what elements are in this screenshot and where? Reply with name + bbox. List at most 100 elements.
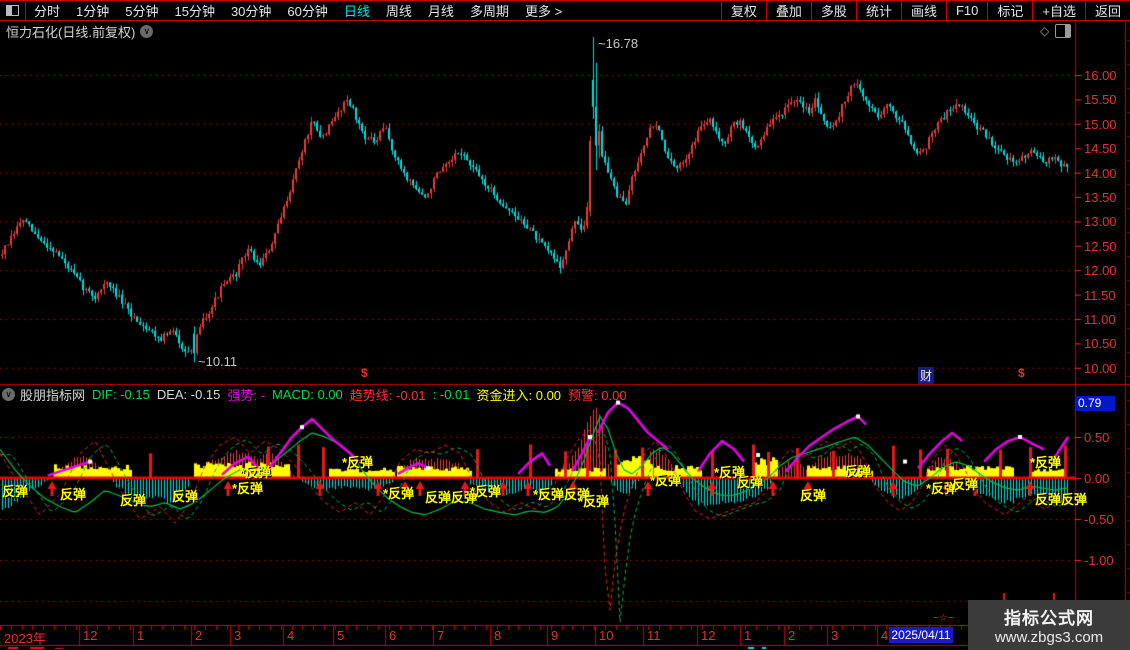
month-label: 1: [137, 628, 145, 643]
price-axis-label: 14.50: [1084, 141, 1117, 157]
indicator-qushixian2-value: : -0.01: [432, 387, 470, 402]
indicator-qiangshi-value: 强势: -: [227, 388, 265, 403]
indicator-axis-label: -0.50: [1084, 512, 1114, 527]
cai-badge: 财: [918, 367, 935, 384]
rebound-signal-label: 反弹: [120, 493, 147, 508]
price-axis-label: 13.50: [1084, 190, 1117, 205]
tab-multi-period[interactable]: 多周期: [462, 1, 517, 20]
chart-canvas[interactable]: [0, 0, 1130, 650]
price-axis-label: 16.00: [1084, 68, 1117, 83]
app-window: 分时 1分钟 5分钟 15分钟 30分钟 60分钟 日线 周线 月线 多周期 更…: [0, 0, 1130, 650]
tab-fenshi[interactable]: 分时: [26, 1, 68, 20]
year-label: 2023年: [4, 631, 46, 646]
indicator-dif-value: DIF: -0.15: [92, 387, 150, 402]
rebound-signal-label: *反弹: [383, 486, 415, 501]
tab-30min[interactable]: 30分钟: [223, 1, 279, 20]
rebound-signal-label: *反弹: [342, 455, 374, 470]
price-axis-label: 13.00: [1084, 214, 1117, 230]
price-axis-label: 12.50: [1084, 238, 1117, 254]
tab-more[interactable]: 更多 >: [517, 1, 570, 20]
price-axis-label: 11.50: [1084, 287, 1116, 303]
top-toolbar: 分时 1分钟 5分钟 15分钟 30分钟 60分钟 日线 周线 月线 多周期 更…: [0, 0, 1130, 21]
indicator-axis-label: 0.50: [1084, 430, 1110, 445]
rebound-signal-label: 反弹: [737, 475, 764, 490]
price-axis-label: 12.00: [1084, 263, 1117, 279]
button-biaoji[interactable]: 标记: [987, 1, 1032, 20]
indicator-value-badge: 0.79: [1076, 396, 1115, 411]
price-axis-label: 15.00: [1084, 116, 1117, 132]
button-duogu[interactable]: 多股: [810, 1, 856, 20]
button-tongji[interactable]: 统计: [855, 1, 901, 20]
indicator-header: ∨ 股朋指标网 DIF: -0.15 DEA: -0.15 强势: - MACD…: [2, 385, 634, 404]
month-label: 6: [389, 628, 397, 643]
watermark: 指标公式网 www.zbgs3.com: [968, 600, 1130, 650]
tab-daily[interactable]: 日线: [336, 1, 378, 20]
title-row-icons: ◇: [1040, 24, 1072, 38]
button-huaxian[interactable]: 画线: [900, 1, 946, 20]
window-split-button[interactable]: [0, 1, 26, 20]
chart-title-row: 恒力石化(日线.前复权) ∨: [6, 23, 154, 40]
price-axis-label: 10.00: [1084, 360, 1117, 376]
month-label: 12: [83, 628, 98, 643]
button-diejia[interactable]: 叠加: [765, 1, 811, 20]
indicator-name[interactable]: 股朋指标网: [20, 385, 85, 404]
month-label: 4: [881, 628, 889, 643]
rebound-signal-label: *反弹: [1030, 455, 1062, 470]
month-label: 12: [701, 628, 716, 643]
time-axis-bar[interactable]: [0, 625, 1130, 645]
button-add-favorite[interactable]: +自选: [1032, 1, 1085, 20]
indicator-qushixian-value: 趋势线: -0.01: [349, 388, 426, 403]
month-label: 1: [744, 628, 752, 643]
indicator-axis-label: 0.00: [1084, 471, 1110, 486]
tab-weekly[interactable]: 周线: [378, 1, 420, 20]
rebound-signal-label: *反弹: [578, 494, 610, 509]
month-label: 8: [494, 628, 502, 643]
indicator-collapse-icon[interactable]: ∨: [2, 388, 15, 401]
tab-60min[interactable]: 60分钟: [279, 1, 335, 20]
current-date-badge: 2025/04/11: [889, 627, 953, 643]
rebound-signal-label: 反弹: [2, 484, 29, 499]
stock-title: 恒力石化(日线.前复权): [6, 24, 136, 40]
watermark-site-name: 指标公式网: [1004, 609, 1094, 628]
watermark-url: www.zbgs3.com: [994, 629, 1104, 646]
month-label: 2: [788, 628, 796, 643]
tab-15min[interactable]: 15分钟: [166, 1, 222, 20]
month-label: 9: [551, 628, 559, 643]
rebound-signal-label: 反弹: [952, 477, 979, 492]
chevron-down-icon[interactable]: ∨: [140, 24, 154, 38]
month-label: 7: [437, 628, 445, 643]
indicator-macd-value: MACD: 0.00: [271, 387, 343, 402]
star-mark: ~☆~: [933, 613, 954, 624]
rebound-signal-label: 反弹: [845, 464, 872, 479]
price-axis-label: 14.00: [1084, 165, 1117, 181]
button-f10[interactable]: F10: [945, 1, 987, 20]
month-label: 11: [647, 628, 661, 643]
pane-split-icon[interactable]: [1055, 24, 1072, 38]
month-label: 4: [287, 628, 295, 643]
rebound-signal-label: *反弹: [240, 465, 272, 480]
low-price-annotation: ~10.11: [198, 354, 238, 369]
rebound-signal-label: *反弹: [470, 484, 502, 499]
indicator-zijinjinru-value: 资金进入: 0.00: [476, 388, 562, 403]
month-label: 10: [599, 628, 614, 643]
dollar-marker-icon: $: [1018, 366, 1025, 380]
button-back[interactable]: 返回: [1084, 1, 1130, 20]
month-label: 3: [831, 628, 839, 643]
price-axis-label: 15.50: [1084, 92, 1117, 108]
high-price-annotation: ~16.78: [598, 36, 639, 51]
month-label: 5: [337, 628, 345, 643]
month-label: 2: [195, 628, 203, 643]
price-axis-label: 11.00: [1084, 312, 1116, 327]
diamond-icon[interactable]: ◇: [1040, 24, 1049, 38]
tab-monthly[interactable]: 月线: [420, 1, 462, 20]
toolbar-right-group: 复权 叠加 多股 统计 画线 F10 标记 +自选 返回: [720, 1, 1130, 20]
tab-1min[interactable]: 1分钟: [68, 1, 117, 20]
tab-5min[interactable]: 5分钟: [117, 1, 166, 20]
indicator-dea-value: DEA: -0.15: [156, 387, 221, 402]
button-fuquan[interactable]: 复权: [720, 1, 766, 20]
window-split-icon: [6, 5, 19, 16]
indicator-axis-label: -1.00: [1084, 553, 1114, 568]
rebound-signal-label: 反弹: [60, 487, 87, 502]
rebound-signal-label: 反弹反弹: [1035, 492, 1088, 507]
indicator-yujing-value: 预警: 0.00: [568, 388, 627, 403]
